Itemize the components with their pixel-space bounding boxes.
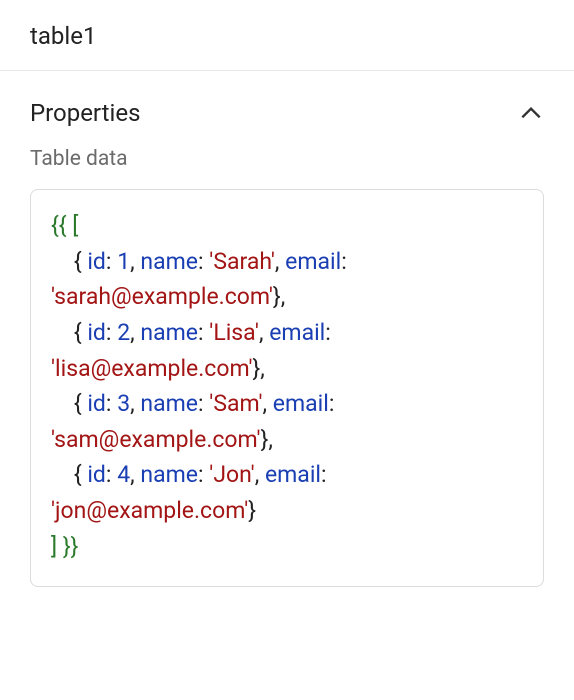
code-token: , bbox=[263, 390, 268, 417]
code-token: : bbox=[325, 319, 331, 346]
code-token: id bbox=[87, 319, 106, 346]
code-token: } bbox=[248, 497, 256, 524]
code-token: 4 bbox=[117, 461, 130, 488]
code-token: : bbox=[341, 248, 347, 275]
code-token: { bbox=[74, 319, 82, 346]
properties-section-title: Properties bbox=[30, 99, 140, 127]
code-token: 'lisa@example.com' bbox=[51, 355, 252, 382]
code-token: {{ bbox=[51, 212, 67, 239]
chevron-up-icon bbox=[518, 100, 544, 126]
code-token: : bbox=[106, 461, 112, 488]
code-token: 'Sam' bbox=[209, 390, 262, 417]
code-token: : bbox=[321, 461, 327, 488]
code-token: name bbox=[140, 461, 198, 488]
code-token: : bbox=[106, 248, 112, 275]
code-token: , bbox=[130, 461, 135, 488]
code-token: 'sarah@example.com' bbox=[51, 283, 273, 310]
code-token: : bbox=[106, 390, 112, 417]
code-token: 2 bbox=[117, 319, 130, 346]
code-token: , bbox=[260, 355, 265, 382]
code-token: email bbox=[265, 461, 321, 488]
code-token: name bbox=[140, 390, 198, 417]
code-token: 1 bbox=[117, 248, 130, 275]
code-token: id bbox=[87, 461, 106, 488]
code-token: name bbox=[140, 248, 198, 275]
code-token: } bbox=[273, 283, 281, 310]
properties-section: Properties Table data {{ [ { id: 1, name… bbox=[0, 71, 574, 617]
code-token: 'sam@example.com' bbox=[51, 426, 261, 453]
code-token: , bbox=[130, 319, 135, 346]
code-token: , bbox=[255, 461, 260, 488]
code-token: , bbox=[268, 426, 273, 453]
code-token: email bbox=[273, 390, 329, 417]
code-token: email bbox=[285, 248, 341, 275]
code-token: , bbox=[130, 248, 135, 275]
code-token: }} bbox=[63, 533, 79, 560]
code-token: : bbox=[198, 390, 204, 417]
code-token: id bbox=[87, 390, 106, 417]
code-token: name bbox=[140, 319, 198, 346]
code-token: { bbox=[74, 248, 82, 275]
code-token: [ bbox=[72, 212, 78, 239]
code-token: 'Lisa' bbox=[209, 319, 259, 346]
table-data-input[interactable]: {{ [ { id: 1, name: 'Sarah', email: 'sar… bbox=[30, 189, 544, 587]
code-token: 'Sarah' bbox=[209, 248, 275, 275]
panel-title: table1 bbox=[0, 0, 574, 71]
code-token: , bbox=[130, 390, 135, 417]
code-token: 'Jon' bbox=[209, 461, 254, 488]
code-token: : bbox=[329, 390, 335, 417]
code-token: 3 bbox=[117, 390, 130, 417]
code-token: : bbox=[198, 319, 204, 346]
code-token: : bbox=[106, 319, 112, 346]
code-token: ] bbox=[51, 533, 57, 560]
table-data-label: Table data bbox=[30, 133, 544, 189]
properties-section-header[interactable]: Properties bbox=[30, 71, 544, 133]
code-token: id bbox=[87, 248, 106, 275]
code-token: : bbox=[198, 461, 204, 488]
code-token: { bbox=[74, 390, 82, 417]
code-token: , bbox=[259, 319, 264, 346]
code-token: 'jon@example.com' bbox=[51, 497, 248, 524]
code-token: { bbox=[74, 461, 82, 488]
code-token: , bbox=[275, 248, 280, 275]
code-token: , bbox=[281, 283, 286, 310]
code-token: email bbox=[269, 319, 325, 346]
code-token: : bbox=[198, 248, 204, 275]
